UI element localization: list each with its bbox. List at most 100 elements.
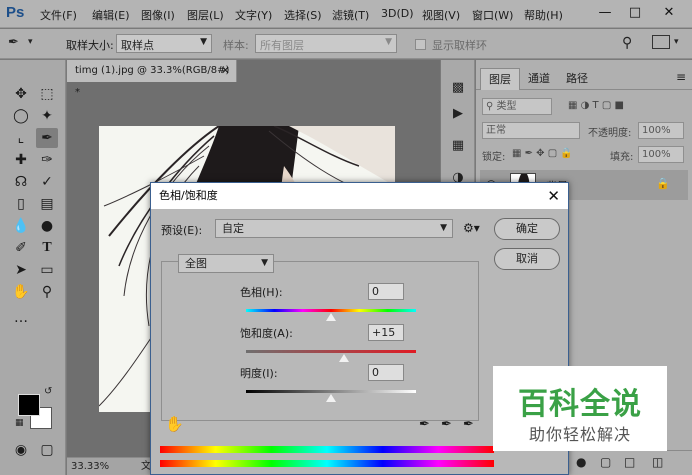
hue-slider-thumb[interactable] [326, 313, 336, 321]
crop-tool-icon[interactable]: ⌞ [10, 128, 32, 148]
menu-type[interactable]: 文字(Y) [235, 7, 272, 23]
search-icon[interactable]: ⚲ [622, 35, 632, 51]
menu-image[interactable]: 图像(I) [141, 7, 175, 23]
blur-tool-icon[interactable]: 💧 [10, 216, 32, 236]
opacity-value: 100% [642, 125, 671, 136]
show-sampling-ring-checkbox[interactable] [415, 39, 426, 50]
foreground-color-swatch[interactable] [18, 394, 40, 416]
chevron-down-icon: ▼ [440, 223, 447, 233]
sample-size-select[interactable]: 取样点 ▼ [116, 34, 212, 53]
fill-field[interactable]: 100% [638, 146, 684, 163]
chevron-down-icon[interactable]: ▾ [28, 37, 33, 47]
ok-button[interactable]: 确定 [494, 218, 560, 240]
close-icon[interactable]: ✕ [221, 60, 230, 82]
chevron-down-icon[interactable]: ▾ [674, 37, 679, 47]
maximize-icon[interactable]: □ [622, 2, 648, 24]
gradient-tool-icon[interactable]: ▤ [36, 194, 58, 214]
hue-slider-track[interactable] [246, 309, 416, 312]
preset-label: 预设(E): [161, 224, 203, 237]
watermark-subtitle: 助你轻松解决 [528, 425, 631, 444]
saturation-slider-track[interactable] [246, 350, 416, 353]
eyedropper-icon[interactable]: ✒ [419, 417, 430, 432]
eyedropper-icon[interactable]: ✒ [8, 35, 19, 50]
menu-layer[interactable]: 图层(L) [187, 7, 224, 23]
new-layer-icon[interactable]: □ [624, 455, 635, 469]
link-icon[interactable]: ● [576, 455, 586, 469]
tab-paths[interactable]: 路径 [558, 68, 596, 90]
menu-3d[interactable]: 3D(D) [381, 7, 414, 20]
lightness-slider-track[interactable] [246, 390, 416, 393]
cancel-button[interactable]: 取消 [494, 248, 560, 270]
quick-mask-icon[interactable]: ◉ [10, 440, 32, 460]
lasso-tool-icon[interactable]: ◯ [10, 106, 32, 126]
chevron-down-icon: ▼ [261, 258, 268, 268]
preset-select[interactable]: 自定 ▼ [215, 219, 453, 238]
stamp-tool-icon[interactable]: ☊ [10, 172, 32, 192]
filter-icons[interactable]: ▦ ◑ T ▢ ■ [568, 100, 624, 111]
hand-tool-icon[interactable]: ✋ [10, 282, 32, 302]
trash-icon[interactable]: ◫ [652, 455, 663, 469]
healing-brush-icon[interactable]: ✚ [10, 150, 32, 170]
eyedropper-plus-icon[interactable]: ✒ [441, 417, 452, 432]
more-tools-icon[interactable]: … [10, 308, 32, 328]
lock-icons[interactable]: ▦ ✒ ✥ ▢ 🔒 [512, 148, 573, 159]
actions-play-icon[interactable]: ▶ [448, 104, 468, 124]
watermark-logo: 百科全说 助你轻松解决 [493, 366, 667, 451]
close-icon[interactable]: ✕ [656, 2, 682, 24]
menu-edit[interactable]: 编辑(E) [92, 7, 130, 23]
properties-panel-icon[interactable]: ▦ [448, 136, 468, 156]
photoshop-logo: Ps [6, 4, 25, 21]
layer-kind-label: 类型 [496, 101, 517, 112]
panel-menu-icon[interactable]: ≡ [676, 70, 686, 84]
dodge-tool-icon[interactable]: ● [36, 216, 58, 236]
menu-file[interactable]: 文件(F) [40, 7, 77, 23]
menu-window[interactable]: 窗口(W) [472, 7, 513, 23]
hand-adjust-icon[interactable]: ✋ [165, 415, 184, 433]
tab-layers[interactable]: 图层 [480, 68, 520, 90]
screen-mode-icon[interactable]: ▢ [36, 440, 58, 460]
lightness-slider-thumb[interactable] [326, 394, 336, 402]
brush-tool-icon[interactable]: ✑ [36, 150, 58, 170]
input-color-bar [160, 446, 494, 453]
eyedropper-minus-icon[interactable]: ✒ [463, 417, 474, 432]
pen-tool-icon[interactable]: ✐ [10, 238, 32, 258]
minimize-icon[interactable]: — [592, 2, 618, 24]
fill-label: 填充: [610, 152, 634, 163]
chevron-down-icon: ▼ [385, 37, 392, 47]
menu-view[interactable]: 视图(V) [422, 7, 460, 23]
document-tab[interactable]: timg (1).jpg @ 33.3%(RGB/8#) * ✕ [67, 60, 237, 98]
new-folder-icon[interactable]: ▢ [600, 455, 611, 469]
preset-options-gear-icon[interactable]: ⚙▾ [463, 221, 480, 235]
menu-help[interactable]: 帮助(H) [524, 7, 563, 23]
swap-colors-icon[interactable]: ↺ [44, 386, 52, 397]
sample-select[interactable]: 所有图层 ▼ [255, 34, 397, 53]
move-tool-icon[interactable]: ✥ [10, 84, 32, 104]
channel-select[interactable]: 全图 ▼ [178, 254, 274, 273]
saturation-input[interactable]: +15 [368, 324, 404, 341]
blend-mode-select[interactable]: 正常 [482, 122, 580, 139]
menu-filter[interactable]: 滤镜(T) [332, 7, 369, 23]
opacity-field[interactable]: 100% [638, 122, 684, 139]
marquee-tool-icon[interactable]: ⬚ [36, 84, 58, 104]
zoom-level[interactable]: 33.33% [71, 461, 109, 472]
menu-select[interactable]: 选择(S) [284, 7, 322, 23]
close-icon[interactable]: ✕ [547, 183, 560, 209]
dialog-titlebar[interactable]: 色相/饱和度 ✕ [151, 183, 568, 209]
history-brush-icon[interactable]: ✓ [36, 172, 58, 192]
magic-wand-icon[interactable]: ✦ [36, 106, 58, 126]
default-colors-icon[interactable]: ▦ [15, 418, 24, 428]
lightness-input[interactable]: 0 [368, 364, 404, 381]
eraser-tool-icon[interactable]: ▯ [10, 194, 32, 214]
history-panel-icon[interactable]: ▩ [448, 78, 468, 98]
saturation-slider-thumb[interactable] [338, 354, 349, 362]
eyedropper-tool-icon[interactable]: ✒ [36, 128, 58, 148]
path-select-icon[interactable]: ➤ [10, 260, 32, 280]
rectangle-tool-icon[interactable]: ▭ [36, 260, 58, 280]
preset-value: 自定 [222, 222, 244, 235]
layer-kind-filter[interactable]: ⚲ 类型 [482, 98, 552, 115]
tab-channels[interactable]: 通道 [520, 68, 558, 90]
type-tool-icon[interactable]: T [36, 238, 58, 258]
workspace-icon[interactable] [652, 35, 670, 49]
zoom-tool-icon[interactable]: ⚲ [36, 282, 58, 302]
hue-input[interactable]: 0 [368, 283, 404, 300]
